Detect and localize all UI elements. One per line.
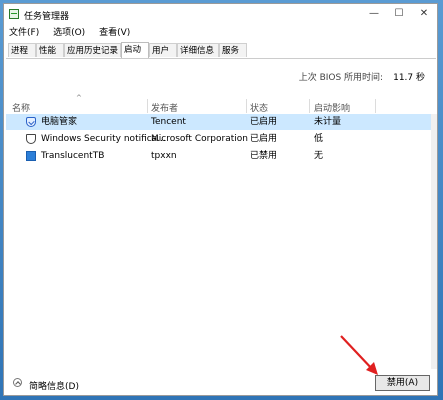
column-divider[interactable] xyxy=(375,99,376,113)
footer-bar: 简略信息(D) 禁用(A) xyxy=(4,373,437,395)
column-impact[interactable]: 启动影响 xyxy=(314,101,350,114)
app-icon xyxy=(26,151,36,161)
menu-bar: 文件(F) 选项(O) 查看(V) xyxy=(4,26,437,40)
tab-processes[interactable]: 进程 xyxy=(8,43,36,57)
startup-publisher: tpxxn xyxy=(151,151,177,161)
startup-publisher: Tencent xyxy=(151,117,186,127)
tab-app-history[interactable]: 应用历史记录 xyxy=(64,43,121,57)
startup-name: Windows Security notifica... xyxy=(41,134,166,144)
task-manager-icon xyxy=(9,9,19,19)
tab-performance[interactable]: 性能 xyxy=(36,43,64,57)
windows-security-icon xyxy=(26,134,36,144)
column-status[interactable]: 状态 xyxy=(250,101,268,114)
startup-status: 已启用 xyxy=(250,117,278,127)
window-title: 任务管理器 xyxy=(24,12,70,22)
startup-publisher: Microsoft Corporation xyxy=(151,134,248,144)
column-divider[interactable] xyxy=(246,99,247,113)
tab-users[interactable]: 用户 xyxy=(149,43,177,57)
column-publisher[interactable]: 发布者 xyxy=(151,101,178,114)
startup-row[interactable]: TranslucentTB tpxxn 已禁用 无 xyxy=(6,148,436,164)
menu-file[interactable]: 文件(F) xyxy=(9,26,39,40)
startup-row[interactable]: 电脑管家 Tencent 已启用 未计量 xyxy=(6,114,436,130)
column-name[interactable]: 名称 xyxy=(12,101,30,114)
startup-name: 电脑管家 xyxy=(41,117,78,127)
startup-name: TranslucentTB xyxy=(41,151,105,161)
bios-time-value: 11.7 秒 xyxy=(393,73,425,83)
title-bar[interactable]: 任务管理器 — ☐ ✕ xyxy=(4,4,437,26)
minimize-button[interactable]: — xyxy=(363,7,385,21)
startup-row[interactable]: Windows Security notifica... Microsoft C… xyxy=(6,131,436,147)
column-divider[interactable] xyxy=(147,99,148,113)
startup-impact: 未计量 xyxy=(314,117,342,127)
disable-button[interactable]: 禁用(A) xyxy=(375,375,430,391)
column-divider[interactable] xyxy=(309,99,310,113)
tab-startup[interactable]: 启动 xyxy=(121,42,149,58)
menu-options[interactable]: 选项(O) xyxy=(53,26,85,40)
tab-details[interactable]: 详细信息 xyxy=(177,43,219,57)
tab-services[interactable]: 服务 xyxy=(219,43,247,57)
shield-icon xyxy=(26,117,36,127)
menu-view[interactable]: 查看(V) xyxy=(99,26,130,40)
startup-status: 已启用 xyxy=(250,134,278,144)
tab-strip: 进程 性能 应用历史记录 启动 用户 详细信息 服务 xyxy=(6,42,436,59)
bios-time-label: 上次 BIOS 所用时间: xyxy=(298,73,384,83)
maximize-button[interactable]: ☐ xyxy=(388,7,410,21)
startup-impact: 无 xyxy=(314,151,324,161)
vertical-scrollbar[interactable] xyxy=(431,114,437,369)
column-header: 名称 发布者 状态 启动影响 xyxy=(6,99,436,114)
task-manager-window: 任务管理器 — ☐ ✕ 文件(F) 选项(O) 查看(V) 进程 性能 应用历史… xyxy=(3,3,438,396)
collapse-icon[interactable] xyxy=(13,378,22,387)
bios-time: 上次 BIOS 所用时间: 11.7 秒 xyxy=(299,70,425,83)
close-button[interactable]: ✕ xyxy=(413,7,435,21)
startup-impact: 低 xyxy=(314,134,324,144)
less-details-link[interactable]: 简略信息(D) xyxy=(29,379,79,392)
startup-status: 已禁用 xyxy=(250,151,278,161)
